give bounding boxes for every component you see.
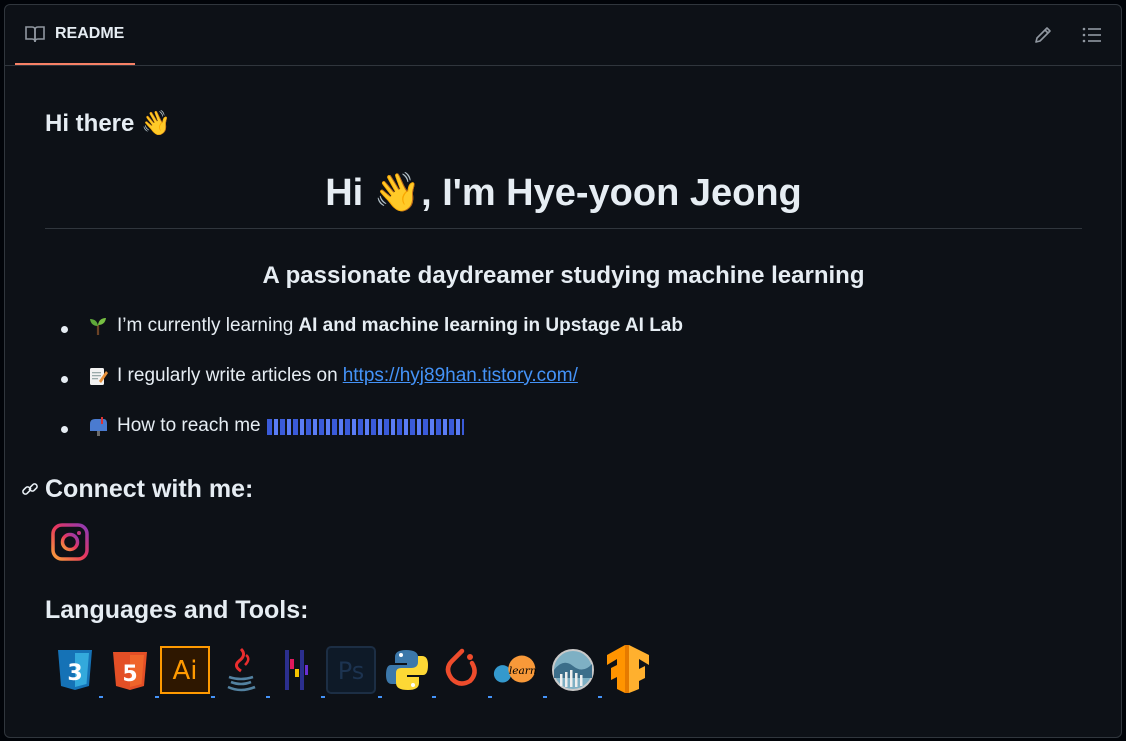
list-item-contact: How to reach me (61, 415, 683, 465)
connect-heading: Connect with me: (45, 475, 254, 503)
tool-html5[interactable]: 5 (104, 645, 156, 695)
svg-text:Ai: Ai (172, 656, 197, 686)
tool-underline (99, 696, 103, 698)
tool-python[interactable] (381, 645, 433, 695)
svg-text:Ps: Ps (338, 657, 365, 685)
tool-css3[interactable]: 3 (49, 645, 101, 695)
readme-panel: README Hi there 👋 Hi 👋, I'm Hye-yoon Jeo… (4, 4, 1122, 738)
tool-underline (155, 696, 159, 698)
list-icon (1082, 27, 1101, 43)
tool-photoshop[interactable]: Ps (325, 645, 377, 695)
tool-seaborn[interactable] (547, 645, 599, 695)
tools-heading: Languages and Tools: (45, 596, 309, 624)
page-title: Hi 👋, I'm Hye-yoon Jeong (45, 171, 1082, 229)
seedling-icon (87, 315, 109, 337)
tool-devicon[interactable] (270, 645, 322, 695)
python-icon (386, 650, 428, 690)
tool-underline (488, 696, 492, 698)
java-icon (227, 647, 256, 692)
html5-icon: 5 (113, 652, 147, 690)
tool-underline (432, 696, 436, 698)
tool-illustrator[interactable]: Ai (159, 645, 211, 695)
memo-icon (87, 365, 109, 387)
tab-readme[interactable]: README (15, 5, 135, 65)
readme-header: README (5, 5, 1121, 66)
tool-underline (543, 696, 547, 698)
seaborn-icon (552, 649, 594, 691)
tensorflow-icon (607, 645, 649, 693)
link-anchor-icon[interactable] (21, 480, 39, 498)
pytorch-icon (445, 648, 477, 686)
mailbox-icon (87, 415, 109, 437)
learning-bold-text: AI and machine learning in Upstage AI La… (298, 315, 683, 336)
redacted-email (266, 419, 464, 435)
greeting-heading: Hi there 👋 (45, 110, 171, 137)
pencil-icon (1035, 27, 1051, 43)
instagram-link[interactable] (50, 522, 90, 562)
tool-underline (598, 696, 602, 698)
dev-icon (285, 650, 308, 690)
photoshop-icon: Ps (326, 646, 376, 694)
list-item-learning: I’m currently learning AI and machine le… (61, 315, 683, 365)
tool-underline (378, 696, 382, 698)
svg-text:3: 3 (67, 661, 82, 686)
tool-pytorch[interactable] (436, 645, 488, 695)
book-icon (25, 26, 45, 43)
blog-link[interactable]: https://hyj89han.tistory.com/ (343, 365, 578, 387)
contact-text: How to reach me (117, 415, 261, 436)
list-item-articles: I regularly write articles on https://hy… (61, 365, 683, 415)
outline-button[interactable] (1081, 24, 1103, 46)
css3-icon: 3 (58, 650, 92, 690)
articles-text: I regularly write articles on (117, 365, 338, 386)
tool-tensorflow[interactable] (602, 645, 654, 695)
illustrator-icon: Ai (160, 646, 210, 694)
edit-button[interactable] (1032, 24, 1054, 46)
intro-list: I’m currently learning AI and machine le… (61, 315, 683, 465)
tool-java[interactable] (215, 645, 267, 695)
scikit-learn-icon: learn (493, 655, 537, 683)
svg-text:5: 5 (122, 662, 137, 687)
tool-underline (321, 696, 325, 698)
tool-scikit-learn[interactable]: learn (491, 645, 543, 695)
subtitle-heading: A passionate daydreamer studying machine… (262, 262, 865, 289)
instagram-icon (51, 523, 89, 561)
tool-underline (266, 696, 270, 698)
svg-text:learn: learn (509, 665, 537, 677)
tab-readme-label: README (55, 25, 125, 42)
learning-text: I’m currently learning (117, 315, 294, 336)
readme-content: Hi there 👋 Hi 👋, I'm Hye-yoon Jeong A pa… (5, 66, 1121, 737)
tool-underline (211, 696, 215, 698)
